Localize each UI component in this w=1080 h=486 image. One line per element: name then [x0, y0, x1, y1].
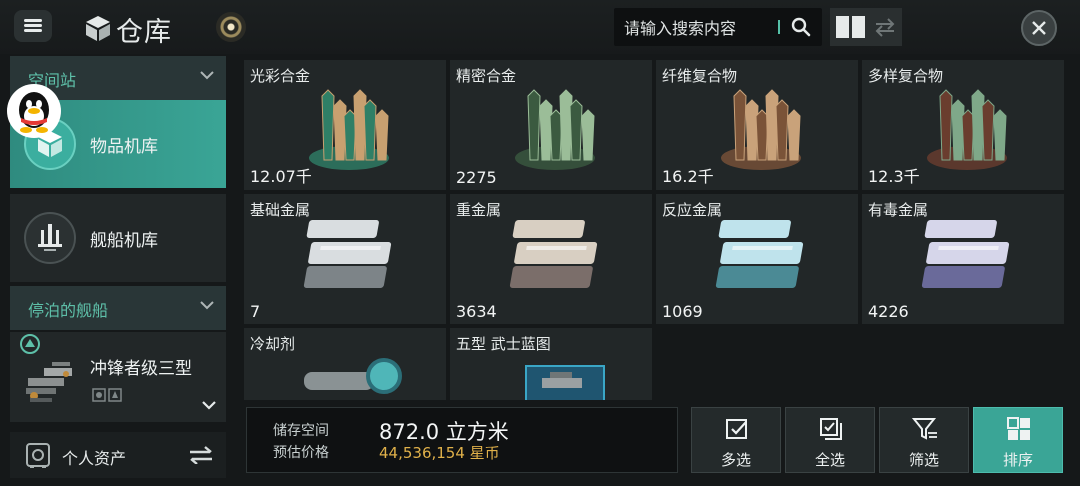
ship-thumbnail [26, 362, 72, 402]
item-name: 五型 武士蓝图 [456, 335, 551, 353]
ship-hangar-icon [24, 212, 76, 264]
select-all-label: 全选 [814, 451, 845, 469]
ship-name: 冲锋者级三型 [90, 359, 192, 379]
top-bar: 仓库 [0, 0, 1080, 54]
multi-select-button[interactable]: 多选 [691, 407, 781, 473]
sort-grid-icon [1007, 417, 1030, 440]
sidebar-item-label: 物品机库 [90, 137, 158, 157]
item-count: 3634 [456, 302, 497, 321]
search-box [614, 8, 822, 46]
sidebar-item-label: 舰船机库 [90, 231, 158, 251]
item-name: 纤维复合物 [662, 67, 738, 85]
item-cell[interactable]: 多样复合物 12.3千 [862, 60, 1064, 190]
item-count: 1069 [662, 302, 703, 321]
chevron-down-icon [200, 71, 214, 80]
item-cell[interactable]: 重金属 3634 [450, 194, 652, 324]
item-name: 基础金属 [250, 201, 311, 219]
menu-button[interactable] [14, 10, 52, 42]
ship-card[interactable]: 冲锋者级三型 [10, 332, 226, 422]
estimated-price-value: 44,536,154 星币 [379, 444, 500, 462]
chevron-down-icon [200, 301, 214, 310]
ship-status-icons [92, 388, 122, 402]
item-count: 16.2千 [662, 167, 714, 186]
section-docked-ships[interactable]: 停泊的舰船 [10, 286, 226, 330]
sort-button[interactable]: 排序 [973, 407, 1063, 473]
item-cell[interactable]: 五型 武士蓝图 [450, 328, 652, 400]
item-cell[interactable]: 反应金属 1069 [656, 194, 858, 324]
search-divider [778, 20, 780, 34]
item-name: 精密合金 [456, 67, 517, 85]
item-cell[interactable]: 纤维复合物 16.2千 [656, 60, 858, 190]
item-name: 反应金属 [662, 201, 723, 219]
item-name: 多样复合物 [868, 67, 944, 85]
item-count: 2275 [456, 168, 497, 187]
item-cell[interactable]: 有毒金属 4226 [862, 194, 1064, 324]
swap-arrows-icon[interactable] [874, 16, 896, 38]
filter-icon [912, 418, 937, 440]
storage-space-label: 储存空间 [273, 423, 329, 439]
select-all-icon [820, 418, 842, 440]
search-icon[interactable] [790, 16, 812, 38]
assets-label: 个人资产 [62, 449, 127, 468]
menu-icon [24, 19, 42, 33]
item-cell[interactable]: 光彩合金 12.07千 [244, 60, 446, 190]
radar-orb-icon[interactable] [216, 12, 246, 42]
filter-label: 筛选 [908, 451, 939, 469]
item-name: 重金属 [456, 201, 502, 219]
rank-up-icon [20, 334, 40, 354]
qq-penguin-icon[interactable] [7, 84, 61, 138]
item-count: 12.07千 [250, 167, 312, 186]
item-count: 7 [250, 302, 261, 321]
storage-summary: 储存空间 预估价格 872.0 立方米 44,536,154 星币 [246, 407, 678, 473]
close-icon [1032, 21, 1046, 35]
multi-select-label: 多选 [720, 451, 751, 469]
view-toggle[interactable] [830, 8, 902, 46]
item-name: 冷却剂 [250, 335, 296, 353]
chevron-down-icon[interactable] [202, 400, 216, 410]
item-cell[interactable]: 基础金属 7 [244, 194, 446, 324]
item-name: 光彩合金 [250, 67, 311, 85]
transfer-arrows-icon[interactable] [188, 446, 214, 464]
item-count: 12.3千 [868, 167, 920, 186]
safe-icon [26, 443, 50, 468]
select-all-button[interactable]: 全选 [785, 407, 875, 473]
search-input[interactable] [622, 14, 776, 42]
grid-view-icon[interactable] [836, 16, 866, 38]
item-cell[interactable]: 冷却剂 [244, 328, 446, 400]
filter-button[interactable]: 筛选 [879, 407, 969, 473]
checkbox-icon [726, 419, 747, 439]
personal-assets-button[interactable]: 个人资产 [10, 432, 226, 478]
section-label: 停泊的舰船 [28, 301, 109, 320]
sidebar-item-ship-hangar[interactable]: 舰船机库 [10, 194, 226, 282]
estimated-price-label: 预估价格 [273, 445, 329, 461]
warehouse-cube-icon [86, 16, 110, 41]
page-title: 仓库 [116, 17, 172, 48]
item-count: 4226 [868, 302, 909, 321]
close-button[interactable] [1021, 10, 1057, 46]
sort-label: 排序 [1002, 451, 1033, 469]
item-cell[interactable]: 精密合金 2275 [450, 60, 652, 190]
item-name: 有毒金属 [868, 201, 929, 219]
